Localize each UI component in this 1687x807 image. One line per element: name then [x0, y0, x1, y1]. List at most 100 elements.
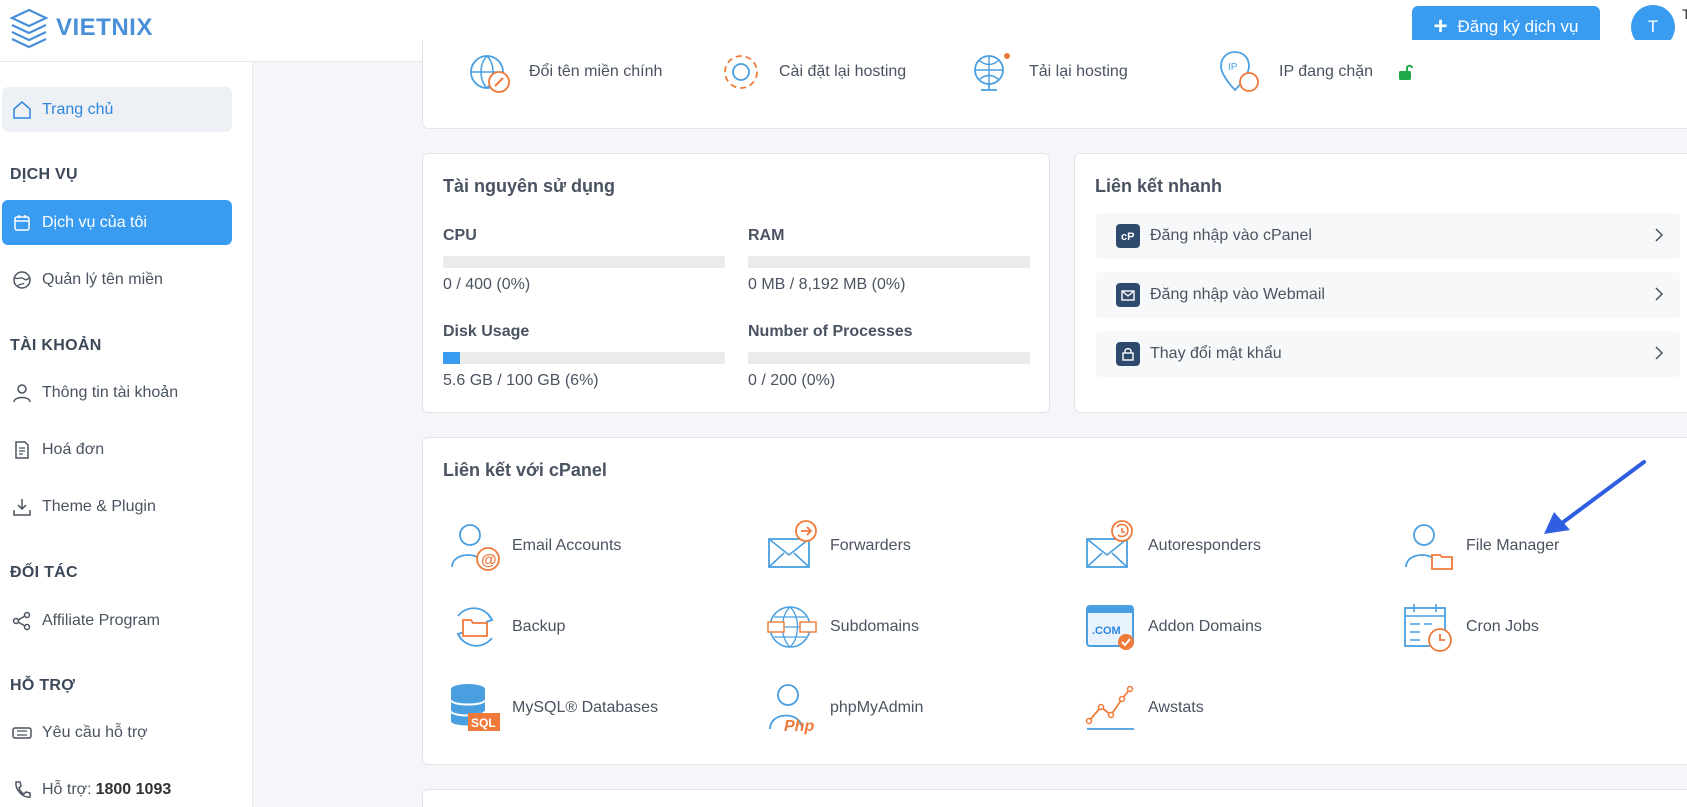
- ip-block-icon: IP: [1220, 51, 1259, 92]
- processes-label: Number of Processes: [748, 323, 913, 340]
- quick-link-webmail-login[interactable]: Đăng nhập vào Webmail: [1096, 272, 1680, 318]
- subdomains-icon: [767, 606, 817, 648]
- sidebar-item-label: Theme & Plugin: [42, 497, 156, 515]
- sidebar-item-hotline[interactable]: Hỗ trợ: 1800 1093: [2, 767, 232, 807]
- cpu-progress-bar: [443, 256, 725, 268]
- cpanel-links-title: Liên kết với cPanel: [443, 460, 607, 480]
- hotline-number: 1800 1093: [95, 780, 172, 798]
- mail-icon: [1116, 283, 1140, 307]
- file-manager-icon: [1405, 524, 1453, 570]
- sidebar-item-themes[interactable]: Theme & Plugin: [2, 484, 232, 529]
- globe-edit-icon: [470, 55, 510, 93]
- cpanel-link-mysql[interactable]: SQL MySQL® Databases: [448, 678, 658, 738]
- addon-domains-icon: .COM: [1086, 605, 1134, 650]
- tool-reload-hosting[interactable]: Tải lại hosting: [967, 48, 1128, 96]
- tool-blocked-ip[interactable]: IP IP đang chặn: [1217, 48, 1415, 96]
- sidebar-item-label: Thông tin tài khoản: [42, 383, 179, 401]
- cpanel-link-label: Cron Jobs: [1466, 618, 1539, 635]
- sidebar-item-ticket[interactable]: Yêu cầu hỗ trợ: [2, 710, 232, 755]
- ticket-icon: [12, 726, 32, 739]
- disk-progress-bar: [443, 352, 725, 364]
- cpanel-link-label: phpMyAdmin: [830, 699, 924, 716]
- resources-title: Tài nguyên sử dụng: [443, 176, 616, 196]
- section-title-partners: ĐỐI TÁC: [10, 564, 78, 581]
- cpanel-link-awstats[interactable]: Awstats: [1084, 678, 1204, 738]
- tool-change-main-domain[interactable]: Đổi tên miền chính: [467, 48, 662, 96]
- chevron-right-icon: [1655, 228, 1664, 242]
- cpanel-link-file-manager[interactable]: File Manager: [1402, 516, 1559, 576]
- vietnix-logo-icon: [9, 8, 49, 49]
- quick-link-label: Đăng nhập vào cPanel: [1150, 227, 1312, 244]
- disk-progress-fill: [443, 352, 460, 364]
- ram-value: 0 MB / 8,192 MB (0%): [748, 276, 906, 293]
- cpanel-link-autoresponders[interactable]: Autoresponders: [1084, 516, 1261, 576]
- tool-reinstall-hosting[interactable]: Cài đặt lại hosting: [717, 48, 906, 96]
- quick-link-label: Thay đổi mật khẩu: [1150, 345, 1282, 362]
- cpanel-link-cron-jobs[interactable]: Cron Jobs: [1402, 597, 1539, 657]
- cpanel-link-label: Addon Domains: [1148, 618, 1262, 635]
- phone-icon: [15, 780, 31, 798]
- cpanel-link-label: File Manager: [1466, 537, 1560, 554]
- lock-icon: [1116, 342, 1140, 366]
- cron-jobs-icon: [1404, 604, 1452, 652]
- logo[interactable]: VIETNIX: [8, 6, 153, 50]
- cpanel-link-label: Awstats: [1148, 699, 1204, 716]
- sidebar-item-label: Yêu cầu hỗ trợ: [42, 723, 148, 741]
- cpanel-link-label: Backup: [512, 618, 566, 635]
- awstats-icon: [1085, 685, 1134, 730]
- sidebar: Trang chủ DỊCH VỤ Dịch vụ của tôi Quản l…: [0, 62, 253, 807]
- tool-label: Cài đặt lại hosting: [779, 63, 907, 80]
- sidebar-item-domains[interactable]: Quản lý tên miền: [2, 257, 232, 302]
- cpanel-link-email-accounts[interactable]: @ Email Accounts: [448, 516, 621, 576]
- tools-card: Đổi tên miền chính Cài đặt lại hosting T…: [422, 40, 1687, 129]
- svg-text:cP: cP: [1121, 231, 1134, 243]
- tool-label: Đổi tên miền chính: [529, 63, 663, 80]
- sidebar-item-invoices[interactable]: Hoá đơn: [2, 427, 232, 472]
- next-card: [422, 789, 1687, 807]
- sidebar-item-label: Dịch vụ của tôi: [42, 213, 147, 231]
- annotation-arrow-icon: [1544, 460, 1646, 534]
- quick-link-cpanel-login[interactable]: cP Đăng nhập vào cPanel: [1096, 213, 1680, 259]
- svg-text:IP: IP: [1228, 62, 1238, 73]
- cpanel-link-phpmyadmin[interactable]: Php phpMyAdmin: [766, 678, 923, 738]
- autoresponders-icon: [1086, 520, 1133, 568]
- quick-link-change-password[interactable]: Thay đổi mật khẩu: [1096, 331, 1680, 377]
- server-reload-icon: [974, 53, 1010, 91]
- phpmyadmin-icon: Php: [769, 684, 814, 735]
- sidebar-item-affiliate[interactable]: Affiliate Program: [2, 598, 232, 643]
- cpanel-link-subdomains[interactable]: Subdomains: [766, 597, 919, 657]
- cpanel-link-forwarders[interactable]: Forwarders: [766, 516, 911, 576]
- hotline-label: Hỗ trợ:: [42, 780, 92, 798]
- sidebar-item-label: Trang chủ: [42, 100, 114, 118]
- sidebar-item-label: Affiliate Program: [42, 611, 160, 629]
- sidebar-item-my-services[interactable]: Dịch vụ của tôi: [2, 200, 232, 245]
- sidebar-item-home[interactable]: Trang chủ: [2, 87, 232, 132]
- sidebar-item-account-info[interactable]: Thông tin tài khoản: [2, 370, 232, 415]
- brand-name: VIETNIX: [56, 14, 153, 41]
- processes-value: 0 / 200 (0%): [748, 372, 836, 389]
- cpanel-link-addon-domains[interactable]: .COM Addon Domains: [1084, 597, 1262, 657]
- calendar-icon: [14, 214, 30, 231]
- quick-link-label: Đăng nhập vào Webmail: [1150, 286, 1325, 303]
- disk-value: 5.6 GB / 100 GB (6%): [443, 372, 599, 389]
- globe-icon: [13, 270, 31, 289]
- svg-text:Php: Php: [784, 718, 814, 735]
- forwarders-icon: [768, 520, 817, 568]
- processes-progress-bar: [748, 352, 1030, 364]
- cpanel-link-backup[interactable]: Backup: [448, 597, 565, 657]
- disk-label: Disk Usage: [443, 323, 530, 340]
- cpanel-link-label: Email Accounts: [512, 537, 622, 554]
- cpanel-link-label: Autoresponders: [1148, 537, 1261, 554]
- sidebar-item-label: Quản lý tên miền: [42, 270, 163, 288]
- section-title-account: TÀI KHOẢN: [10, 337, 102, 354]
- cpanel-link-label: Subdomains: [830, 618, 919, 635]
- cpanel-link-label: Forwarders: [830, 537, 911, 554]
- invoice-icon: [15, 440, 29, 459]
- backup-icon: [456, 607, 494, 647]
- home-icon: [13, 100, 31, 119]
- user-name[interactable]: T: [1682, 6, 1687, 22]
- gear-reset-icon: [724, 55, 758, 89]
- cpanel-icon: cP: [1116, 224, 1140, 248]
- plus-icon: +: [1433, 13, 1448, 40]
- cpu-value: 0 / 400 (0%): [443, 276, 531, 293]
